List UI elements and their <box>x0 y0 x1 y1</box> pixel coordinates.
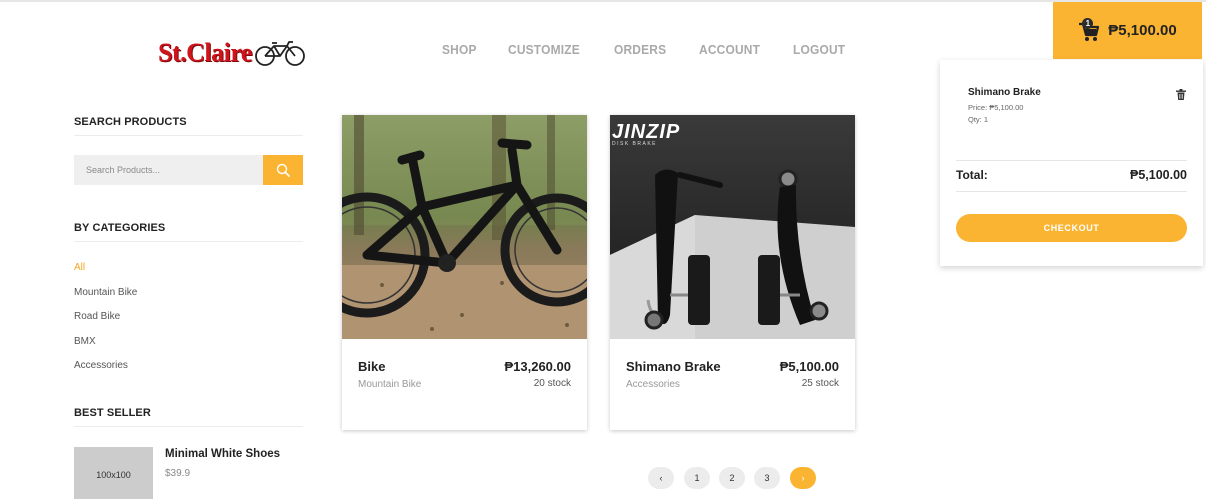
brake-photo <box>610 115 855 339</box>
search-heading: SEARCH PRODUCTS <box>74 116 187 128</box>
nav-orders[interactable]: ORDERS <box>614 42 666 57</box>
search-icon <box>276 163 290 177</box>
cart-total: ₱5,100.00 <box>1108 22 1177 39</box>
divider <box>956 160 1187 161</box>
cart-count-badge: 1 <box>1082 17 1094 29</box>
product-stock: 20 stock <box>533 378 571 389</box>
cart-icon: 1 <box>1078 17 1100 42</box>
nav-shop[interactable]: SHOP <box>442 42 477 57</box>
category-road-bike[interactable]: Road Bike <box>74 311 120 322</box>
brand-name: St.Claire <box>158 38 252 67</box>
nav-account[interactable]: ACCOUNT <box>699 42 760 57</box>
divider <box>74 241 303 242</box>
product-category: Mountain Bike <box>358 379 422 390</box>
cart-item-qty: Qty: 1 <box>968 115 989 124</box>
best-seller-price: $39.9 <box>165 468 191 479</box>
nav-customize[interactable]: CUSTOMIZE <box>508 42 580 57</box>
product-category: Accessories <box>626 379 680 390</box>
bicycle-icon <box>255 41 305 66</box>
checkout-button[interactable]: CHECKOUT <box>956 214 1187 242</box>
product-name[interactable]: Bike <box>358 359 385 374</box>
cart-item-name: Shimano Brake <box>968 87 1041 98</box>
main-nav: SHOP CUSTOMIZE ORDERS ACCOUNT LOGOUT <box>442 42 850 57</box>
category-mountain-bike[interactable]: Mountain Bike <box>74 287 137 298</box>
mountain-bike-photo <box>342 115 587 339</box>
watermark-subtext: DISK BRAKE <box>612 141 658 147</box>
next-page-button[interactable]: › <box>790 467 816 489</box>
product-stock: 25 stock <box>801 378 839 389</box>
nav-logout[interactable]: LOGOUT <box>793 42 845 57</box>
thumbnail-placeholder-label: 100x100 <box>96 470 131 480</box>
best-seller-heading: BEST SELLER <box>74 407 151 419</box>
search-input[interactable] <box>74 155 264 185</box>
cart-total-label: Total: <box>956 168 988 182</box>
page-1-button[interactable]: 1 <box>684 467 710 489</box>
page-2-button[interactable]: 2 <box>719 467 745 489</box>
divider <box>74 135 303 136</box>
divider <box>956 191 1187 192</box>
best-seller-name[interactable]: Minimal White Shoes <box>165 448 280 460</box>
divider <box>74 426 303 427</box>
category-all[interactable]: All <box>74 262 85 273</box>
cart-total-value: ₱5,100.00 <box>1130 168 1187 182</box>
cart-item-price: Price: ₱5,100.00 <box>968 103 1024 112</box>
product-card[interactable]: Bike Mountain Bike ₱13,260.00 20 stock <box>342 115 587 430</box>
product-name[interactable]: Shimano Brake <box>626 359 721 374</box>
category-accessories[interactable]: Accessories <box>74 360 128 371</box>
category-bmx[interactable]: BMX <box>74 336 96 347</box>
trash-icon[interactable] <box>1176 87 1186 105</box>
watermark-text: JINZIP <box>612 121 681 143</box>
best-seller-thumbnail[interactable]: 100x100 <box>74 447 153 499</box>
categories-heading: BY CATEGORIES <box>74 222 166 234</box>
page-3-button[interactable]: 3 <box>754 467 780 489</box>
brand-logo[interactable]: St.Claire <box>158 36 306 70</box>
product-image[interactable] <box>342 115 587 339</box>
product-card[interactable]: JINZIP DISK BRAKE Shimano Brake Accessor… <box>610 115 855 430</box>
search-button[interactable] <box>263 155 303 185</box>
product-price: ₱13,260.00 <box>504 359 571 374</box>
cart-button[interactable]: 1 ₱5,100.00 <box>1053 2 1202 59</box>
product-price: ₱5,100.00 <box>779 359 839 374</box>
product-image[interactable]: JINZIP DISK BRAKE <box>610 115 855 339</box>
prev-page-button[interactable]: ‹ <box>648 467 674 489</box>
cart-dropdown: Shimano Brake Price: ₱5,100.00 Qty: 1 To… <box>940 60 1203 266</box>
